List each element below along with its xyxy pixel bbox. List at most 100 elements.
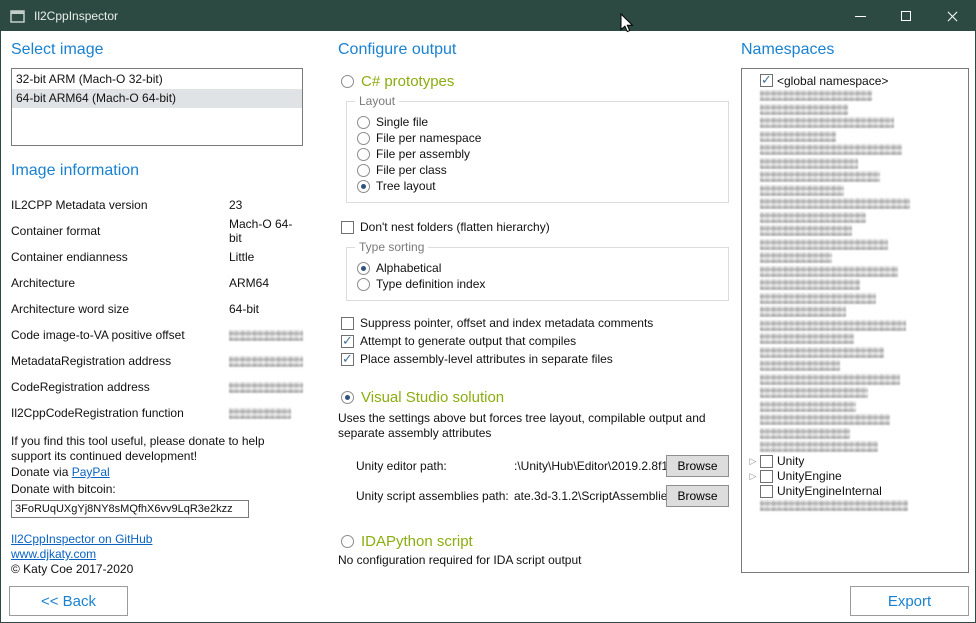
namespace-item[interactable]: UnityEngine [746, 469, 968, 484]
info-row-label: Architecture word size [11, 302, 229, 316]
namespace-checkbox[interactable] [760, 485, 773, 498]
unity-script-path-value[interactable]: ate.3d-3.1.2\ScriptAssemblies [514, 489, 666, 503]
namespace-item [746, 251, 968, 265]
namespace-redacted [760, 279, 860, 290]
check-option-row: Suppress pointer, offset and index metad… [341, 315, 729, 331]
info-row: MetadataRegistration address [11, 348, 303, 374]
copyright: © Katy Coe 2017-2020 [11, 562, 303, 577]
image-list-item[interactable]: 64-bit ARM64 (Mach-O 64-bit) [12, 89, 302, 108]
namespace-item [746, 332, 968, 346]
bitcoin-label: Donate with bitcoin: [11, 481, 303, 498]
info-row-label: Architecture [11, 276, 229, 290]
check-option-row: Attempt to generate output that compiles [341, 333, 729, 349]
namespace-redacted [760, 347, 884, 358]
namespace-redacted [760, 90, 872, 101]
namespace-label: <global namespace> [777, 74, 888, 88]
info-row-label: Container format [11, 224, 229, 238]
namespace-checkbox[interactable] [760, 74, 773, 87]
minimize-icon [855, 16, 866, 17]
namespace-item [746, 427, 968, 441]
namespace-redacted [760, 144, 902, 155]
info-row-label: IL2CPP Metadata version [11, 198, 229, 212]
checkbox-icon[interactable] [341, 335, 354, 348]
github-link[interactable]: Il2CppInspector on GitHub [11, 532, 303, 547]
flatten-checkbox[interactable] [341, 221, 354, 234]
option-label: File per namespace [376, 131, 481, 145]
radio-icon[interactable] [357, 164, 370, 177]
maximize-button[interactable] [883, 1, 929, 31]
namespace-item [746, 373, 968, 387]
paypal-link[interactable]: PayPal [72, 465, 110, 479]
close-icon [946, 10, 959, 23]
back-button[interactable]: << Back [9, 586, 128, 616]
flatten-checkbox-label: Don't nest folders (flatten hierarchy) [360, 220, 550, 234]
radio-icon[interactable] [357, 132, 370, 145]
namespace-item [746, 278, 968, 292]
namespace-redacted [760, 374, 900, 385]
checkbox-icon[interactable] [341, 353, 354, 366]
window-title: Il2CppInspector [34, 9, 118, 23]
expander-icon[interactable] [746, 455, 760, 468]
image-information-heading: Image information [11, 162, 303, 180]
namespace-redacted [760, 212, 866, 223]
unity-editor-path-value[interactable]: :\Unity\Hub\Editor\2019.2.8f1 [514, 459, 666, 473]
close-button[interactable] [929, 1, 975, 31]
option-label: File per assembly [376, 147, 470, 161]
visual-studio-radio[interactable] [341, 391, 354, 404]
minimize-button[interactable] [837, 1, 883, 31]
info-row-value-redacted [229, 382, 303, 393]
radio-icon[interactable] [357, 148, 370, 161]
info-row-label: CodeRegistration address [11, 380, 229, 394]
csharp-prototypes-radio[interactable] [341, 75, 354, 88]
info-row-value: Mach-O 64-bit [229, 217, 303, 245]
namespace-item[interactable]: <global namespace> [746, 72, 968, 89]
configure-output-heading: Configure output [338, 41, 729, 59]
layout-options: Single fileFile per namespaceFile per as… [357, 114, 720, 194]
image-list-item[interactable]: 32-bit ARM (Mach-O 32-bit) [12, 70, 302, 89]
info-row: Il2CppCodeRegistration function [11, 400, 303, 426]
radio-icon[interactable] [357, 262, 370, 275]
namespace-redacted [760, 293, 876, 304]
namespace-redacted [760, 441, 878, 452]
output-checkboxes: Suppress pointer, offset and index metad… [338, 315, 729, 367]
radio-icon[interactable] [357, 180, 370, 193]
website-link[interactable]: www.djkaty.com [11, 547, 303, 562]
checkbox-icon[interactable] [341, 317, 354, 330]
visual-studio-row: Visual Studio solution [341, 387, 729, 407]
namespace-item[interactable]: Unity [746, 454, 968, 469]
namespace-item [746, 197, 968, 211]
namespace-item [746, 89, 968, 103]
bitcoin-address-input[interactable] [11, 500, 249, 518]
namespace-redacted [760, 185, 844, 196]
namespaces-list[interactable]: <global namespace> UnityUnityEngineUnityE… [741, 68, 969, 573]
unity-script-browse-button[interactable]: Browse [666, 485, 729, 507]
expander-icon[interactable] [746, 470, 760, 483]
namespace-checkbox[interactable] [760, 470, 773, 483]
namespace-redacted [760, 414, 890, 425]
namespace-checkbox[interactable] [760, 455, 773, 468]
idapython-label: IDAPython script [361, 533, 473, 550]
idapython-row: IDAPython script [341, 531, 729, 551]
radio-option-row: File per namespace [357, 130, 720, 146]
titlebar: Il2CppInspector [1, 1, 975, 31]
unity-editor-browse-button[interactable]: Browse [666, 455, 729, 477]
visual-studio-description: Uses the settings above but forces tree … [338, 411, 720, 441]
csharp-prototypes-row: C# prototypes [341, 71, 729, 91]
namespace-item [746, 413, 968, 427]
type-sorting-group-label: Type sorting [355, 240, 428, 254]
image-listbox[interactable]: 32-bit ARM (Mach-O 32-bit)64-bit ARM64 (… [11, 68, 303, 146]
info-row: Container endiannessLittle [11, 244, 303, 270]
export-button[interactable]: Export [850, 586, 969, 616]
namespace-item [746, 116, 968, 130]
option-label: Alphabetical [376, 261, 441, 275]
namespace-label: UnityEngine [777, 469, 842, 483]
radio-icon[interactable] [357, 116, 370, 129]
namespace-item [746, 184, 968, 198]
idapython-radio[interactable] [341, 535, 354, 548]
info-row-label: Container endianness [11, 250, 229, 264]
namespace-item [746, 224, 968, 238]
namespace-item [746, 292, 968, 306]
namespace-item [746, 440, 968, 454]
radio-icon[interactable] [357, 278, 370, 291]
namespace-item[interactable]: UnityEngineInternal [746, 484, 968, 499]
